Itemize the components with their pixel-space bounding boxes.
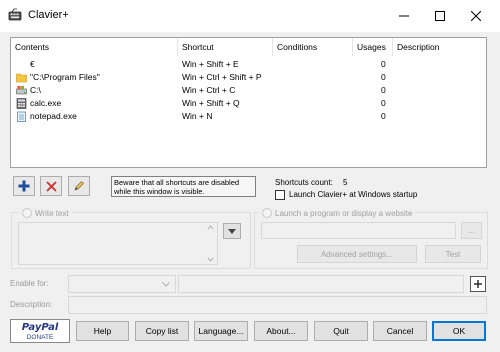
about-button[interactable]: About... <box>254 321 308 341</box>
close-button[interactable] <box>458 0 494 32</box>
delete-shortcut-button[interactable] <box>40 176 62 196</box>
maximize-icon <box>435 11 445 21</box>
column-header-usages[interactable]: Usages <box>353 38 393 56</box>
test-button[interactable]: Test <box>425 245 481 263</box>
row-shortcut: Win + Ctrl + Shift + P <box>182 72 262 82</box>
window-title: Clavier+ <box>28 9 69 21</box>
row-shortcut: Win + N <box>182 111 213 121</box>
description-label: Description: <box>10 300 53 309</box>
list-item[interactable]: calc.exe Win + Shift + Q 0 <box>11 97 486 110</box>
paypal-donate-label: DONATE <box>26 334 54 341</box>
disabled-warning: Beware that all shortcuts are disabled w… <box>111 176 256 197</box>
plus-icon <box>18 180 30 192</box>
column-header-description[interactable]: Description <box>393 38 486 56</box>
list-header: Contents Shortcut Conditions Usages Desc… <box>11 38 486 56</box>
column-header-contents[interactable]: Contents <box>11 38 178 56</box>
drive-icon <box>16 85 27 96</box>
enable-for-label: Enable for: <box>10 279 49 288</box>
column-header-shortcut[interactable]: Shortcut <box>178 38 273 56</box>
clavier-app-icon <box>8 8 22 22</box>
row-usages: 0 <box>381 85 386 95</box>
copy-list-button[interactable]: Copy list <box>135 321 189 341</box>
write-text-textarea[interactable] <box>18 222 218 265</box>
pencil-icon <box>74 181 84 191</box>
shortcut-list[interactable]: Contents Shortcut Conditions Usages Desc… <box>10 37 487 168</box>
scroll-arrows-icon <box>207 225 214 262</box>
list-item[interactable]: "C:\Program Files" Win + Ctrl + Shift + … <box>11 71 486 84</box>
launch-program-option[interactable]: Launch a program or display a website <box>259 208 416 218</box>
textarea-scrollbar[interactable] <box>204 223 217 264</box>
add-program-button[interactable] <box>470 276 486 292</box>
shortcuts-count-value: 5 <box>343 178 348 187</box>
row-shortcut: Win + Shift + E <box>182 59 239 69</box>
chevron-down-icon <box>162 282 170 287</box>
row-usages: 0 <box>381 111 386 121</box>
row-usages: 0 <box>381 59 386 69</box>
quit-button[interactable]: Quit <box>314 321 368 341</box>
column-header-conditions[interactable]: Conditions <box>273 38 353 56</box>
row-shortcut: Win + Shift + Q <box>182 98 240 108</box>
paypal-donate-button[interactable]: PayPal DONATE <box>10 319 70 343</box>
list-item[interactable]: C:\ Win + Ctrl + C 0 <box>11 84 486 97</box>
launch-at-startup-label[interactable]: Launch Clavier+ at Windows startup <box>289 190 417 199</box>
row-usages: 0 <box>381 72 386 82</box>
program-path-input[interactable] <box>261 222 456 239</box>
launch-program-label: Launch a program or display a website <box>275 208 413 218</box>
plus-icon <box>474 280 482 288</box>
row-contents: calc.exe <box>30 98 62 108</box>
triangle-down-icon <box>228 228 236 234</box>
row-contents: C:\ <box>30 85 41 95</box>
launch-at-startup-checkbox[interactable] <box>275 190 285 200</box>
shortcuts-count-label: Shortcuts count: <box>275 178 333 187</box>
write-text-label: Write text <box>35 208 69 218</box>
row-contents: "C:\Program Files" <box>30 72 100 82</box>
write-text-option[interactable]: Write text <box>19 208 72 218</box>
row-contents: notepad.exe <box>30 111 77 121</box>
enable-for-programs-input[interactable] <box>178 275 464 293</box>
list-item[interactable]: notepad.exe Win + N 0 <box>11 110 486 123</box>
cancel-button[interactable]: Cancel <box>373 321 427 341</box>
calculator-icon <box>16 98 27 109</box>
add-shortcut-button[interactable] <box>13 176 35 196</box>
notepad-icon <box>16 111 27 122</box>
language-button[interactable]: Language... <box>194 321 248 341</box>
edit-shortcut-button[interactable] <box>68 176 90 196</box>
description-input[interactable] <box>68 296 487 314</box>
help-button[interactable]: Help <box>76 321 129 341</box>
row-contents: € <box>30 59 35 69</box>
write-text-radio[interactable] <box>22 208 32 218</box>
browse-button[interactable]: ... <box>461 222 482 239</box>
special-keys-dropdown-button[interactable] <box>223 223 241 239</box>
minimize-button[interactable] <box>386 0 422 32</box>
close-icon <box>471 11 481 21</box>
advanced-settings-button[interactable]: Advanced settings... <box>297 245 417 263</box>
paypal-logo: PayPal <box>21 322 59 333</box>
minimize-icon <box>399 15 409 17</box>
row-usages: 0 <box>381 98 386 108</box>
maximize-button[interactable] <box>422 0 458 32</box>
ok-button[interactable]: OK <box>432 321 486 341</box>
x-icon <box>45 180 57 192</box>
row-shortcut: Win + Ctrl + C <box>182 85 236 95</box>
launch-program-radio[interactable] <box>262 208 272 218</box>
enable-for-select[interactable] <box>68 275 176 293</box>
list-item[interactable]: € Win + Shift + E 0 <box>11 58 486 71</box>
folder-icon <box>16 72 27 83</box>
